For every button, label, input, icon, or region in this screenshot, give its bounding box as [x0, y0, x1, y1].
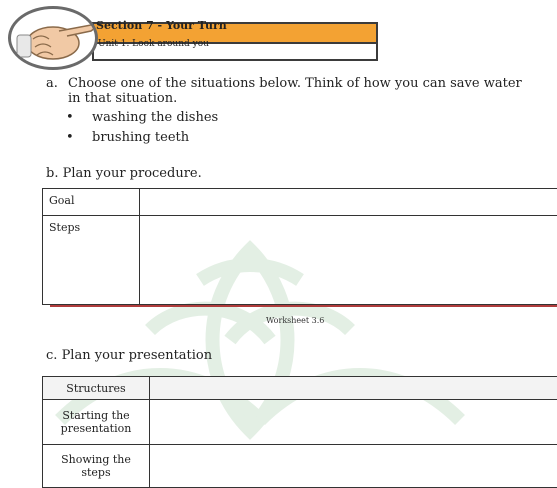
starting-input-cell[interactable]	[150, 400, 557, 445]
table-row: Structures	[43, 377, 557, 400]
bullet-icon: •	[66, 108, 74, 127]
table-cell-label: Goal	[43, 189, 140, 216]
bullet-icon: •	[66, 128, 74, 147]
worksheet-label: Worksheet 3.6	[266, 316, 324, 325]
table-cell-label: Showing the steps	[43, 445, 150, 488]
table-row: Steps	[43, 216, 557, 305]
table-row: Goal	[43, 189, 557, 216]
question-c: c. Plan your presentation	[46, 348, 212, 363]
question-a-marker: a.	[46, 76, 58, 91]
section-title: Section 7 - Your Turn	[96, 19, 227, 32]
table-cell-label: Structures	[43, 377, 150, 400]
table-row: Starting the presentation	[43, 400, 557, 445]
list-item-text: washing the dishes	[92, 108, 218, 127]
pointing-hand-icon	[8, 6, 98, 70]
table-cell-label: Steps	[43, 216, 140, 305]
goal-input-cell[interactable]	[140, 189, 557, 216]
question-a-prompt: Choose one of the situations below. Thin…	[68, 76, 538, 106]
table-cell-label: Starting the presentation	[43, 400, 150, 445]
question-b-title: Plan your procedure.	[63, 166, 202, 181]
structures-input-cell[interactable]	[150, 377, 557, 400]
question-b-marker: b.	[46, 166, 58, 181]
list-item-text: brushing teeth	[92, 128, 189, 147]
table-row: Showing the steps	[43, 445, 557, 488]
steps-input-cell[interactable]	[140, 216, 557, 305]
procedure-table: Goal Steps	[42, 188, 557, 305]
unit-label: Unit 1. Look around you	[98, 39, 209, 49]
question-b: b. Plan your procedure.	[46, 166, 202, 181]
question-c-marker: c.	[46, 348, 57, 363]
steps-presentation-input-cell[interactable]	[150, 445, 557, 488]
presentation-table: Structures Starting the presentation Sho…	[42, 376, 557, 488]
question-c-title: Plan your presentation	[62, 348, 213, 363]
divider-line	[50, 305, 557, 307]
